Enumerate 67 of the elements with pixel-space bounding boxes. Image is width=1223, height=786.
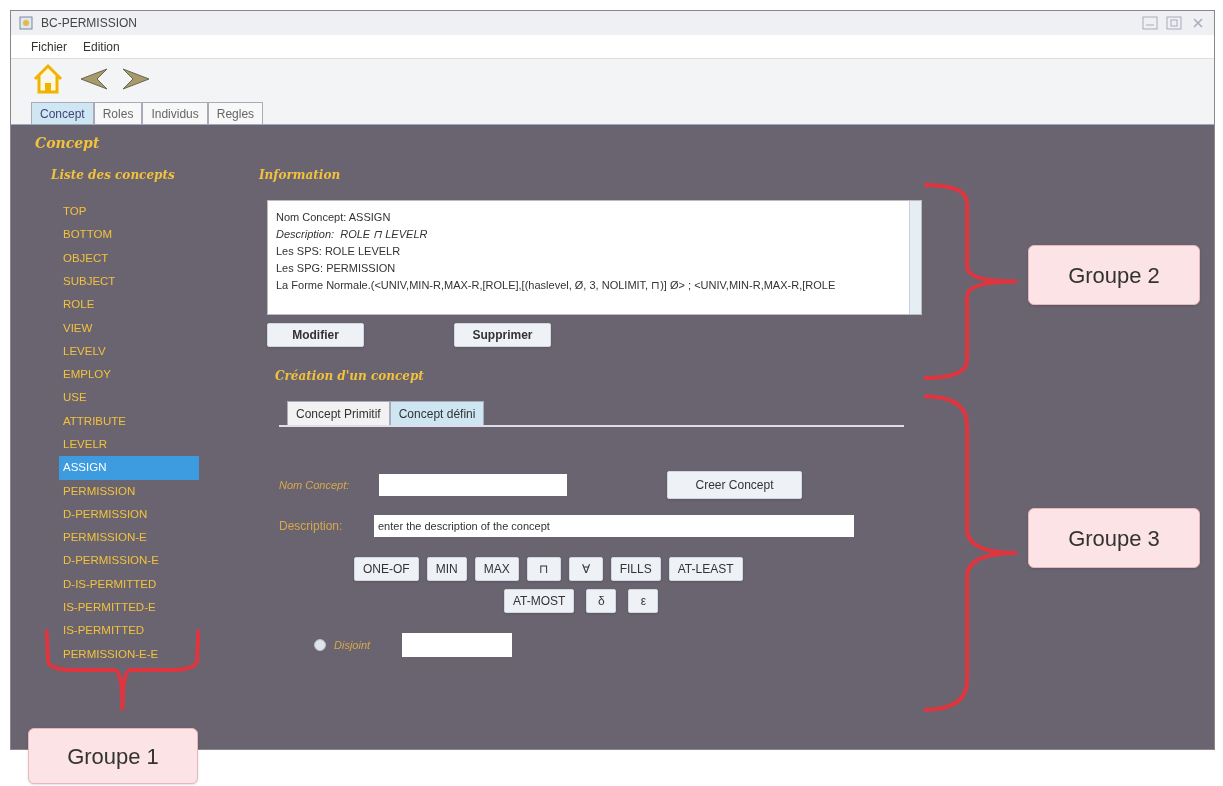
menu-item[interactable]: Edition — [83, 37, 120, 56]
disjoint-radio[interactable] — [314, 639, 326, 651]
information-line: Les SPS: ROLE LEVELR — [276, 244, 401, 259]
concept-list-item[interactable]: LEVELR — [59, 432, 199, 457]
menu-item[interactable]: Fichier — [31, 37, 67, 56]
concept-list-item[interactable]: IS-PERMITTED — [59, 619, 199, 643]
concept-list-item[interactable]: ATTRIBUTE — [59, 409, 199, 433]
operator-button[interactable]: ε — [628, 589, 659, 613]
concept-list-item[interactable]: VIEW — [59, 316, 199, 340]
description-field[interactable]: enter the description of the concept — [374, 515, 854, 537]
concept-list-item[interactable]: ROLE — [59, 293, 199, 317]
window-title: BC-PERMISSION — [41, 15, 137, 32]
concept-list-item[interactable]: OBJECT — [59, 246, 199, 270]
field-label: Nom Concept: — [279, 477, 351, 493]
concept-list-item[interactable]: BOTTOM — [59, 223, 199, 247]
tab[interactable]: Regles — [207, 102, 264, 124]
operator-button[interactable]: ∀ — [568, 557, 603, 581]
operator-button[interactable]: MAX — [474, 557, 519, 581]
concept-list-item[interactable]: ASSIGN — [59, 456, 199, 480]
section-title: Information — [259, 167, 342, 184]
concept-list-item[interactable]: TOP — [59, 200, 199, 224]
operator-button[interactable]: δ — [586, 589, 617, 613]
information-line: La Forme Normale.(<UNIV,MIN-R,MAX-R,[ROLE],[(haslevel, Ø, 3, NOLIMIT, ⊓)] Ø> ; <UNIV,MIN-R,MAX-R,[ROLE — [276, 278, 836, 293]
tab[interactable]: Individus — [142, 102, 208, 124]
section-title: Liste des concepts — [51, 167, 176, 184]
panel-title: Concept — [35, 134, 101, 153]
action-button[interactable]: Supprimer — [454, 323, 551, 347]
concept-list-item[interactable]: D-IS-PERMITTED — [59, 572, 199, 597]
tab[interactable]: Concept — [31, 102, 94, 124]
minimize-icon[interactable] — [1142, 16, 1158, 30]
concept-list-item[interactable]: D-PERMISSION — [59, 502, 199, 527]
maximize-icon[interactable] — [1166, 16, 1182, 30]
concept-list-item[interactable]: SUBJECT — [59, 269, 199, 294]
operator-button[interactable]: ONE-OF — [354, 557, 419, 581]
information-line: Nom Concept: ASSIGN — [276, 210, 391, 225]
create-concept-button[interactable]: Creer Concept — [667, 471, 802, 499]
radio-label: Disjoint — [334, 637, 372, 653]
concept-list-item[interactable]: EMPLOY — [59, 363, 199, 387]
concept-list-item[interactable]: PERMISSION-E — [59, 526, 199, 550]
app-icon — [19, 16, 33, 30]
concept-list-item[interactable]: IS-PERMITTED-E — [59, 596, 199, 620]
operator-button[interactable]: ⊓ — [526, 557, 561, 581]
tab[interactable]: Roles — [93, 102, 143, 124]
section-title: Création d'un concept — [275, 368, 425, 385]
operator-button[interactable]: AT-MOST — [504, 589, 575, 613]
annotation-label: Groupe 1 — [28, 728, 198, 784]
concept-list-item[interactable]: USE — [59, 386, 199, 410]
concept-name-field[interactable] — [379, 474, 567, 496]
close-icon[interactable] — [1190, 16, 1206, 30]
concept-list-item[interactable]: PERMISSION — [59, 479, 199, 503]
information-line: Les SPG: PERMISSION — [276, 261, 396, 276]
information-line: Description: ROLE ⊓ LEVELR — [276, 227, 428, 242]
disjoint-field[interactable] — [402, 633, 512, 657]
operator-button[interactable]: AT-LEAST — [668, 557, 743, 581]
concept-list-item[interactable]: LEVELV — [59, 339, 199, 364]
operator-button[interactable]: FILLS — [610, 557, 661, 581]
operator-button[interactable]: MIN — [426, 557, 467, 581]
concept-list-item[interactable]: PERMISSION-E-E — [59, 642, 199, 666]
annotation-label: Groupe 3 — [1028, 508, 1200, 568]
concept-list-item[interactable]: D-PERMISSION-E — [59, 549, 199, 573]
annotation-label: Groupe 2 — [1028, 245, 1200, 305]
action-button[interactable]: Modifier — [267, 323, 364, 347]
home-icon[interactable] — [31, 62, 65, 96]
subtab[interactable]: Concept défini — [389, 401, 485, 425]
vertical-scrollbar[interactable] — [909, 201, 921, 314]
field-label: Description: — [279, 518, 344, 535]
subtab[interactable]: Concept Primitif — [287, 401, 390, 425]
